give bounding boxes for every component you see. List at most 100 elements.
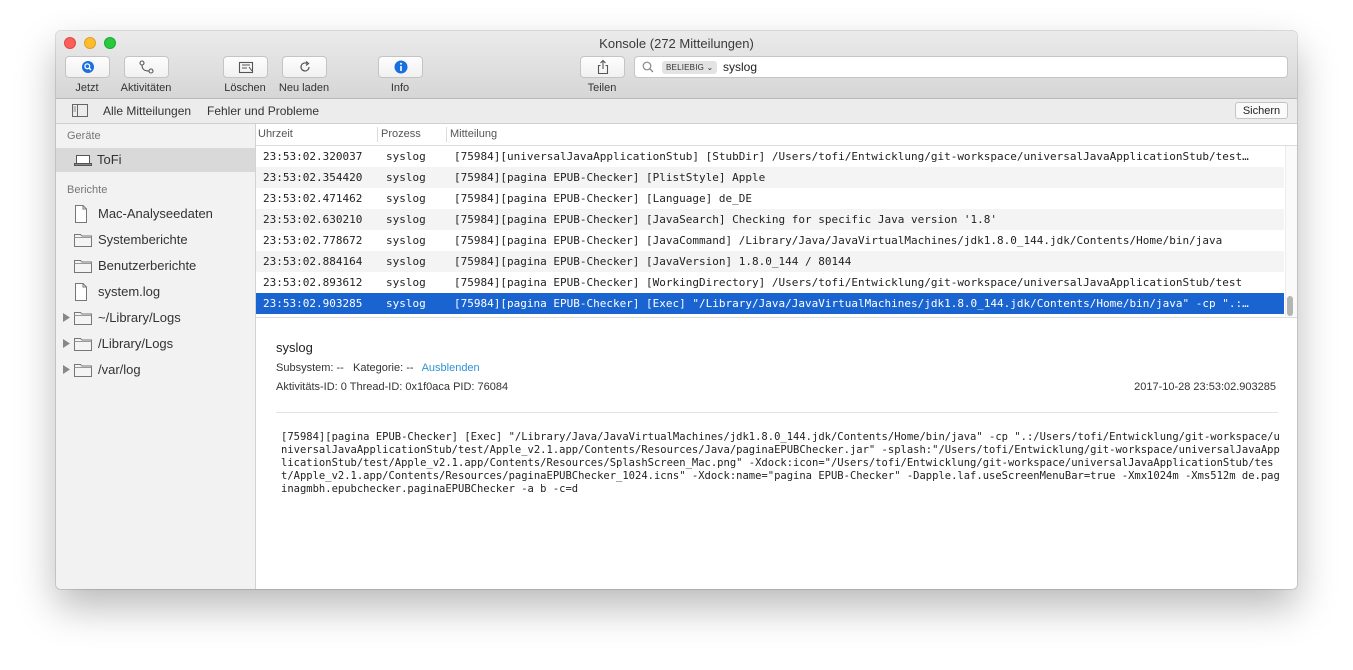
- sidebar: Geräte ToFi Berichte Mac-Analyseedaten S…: [56, 124, 256, 589]
- row-process: syslog: [386, 276, 426, 289]
- table-row[interactable]: 23:53:02.471462 syslog [75984][pagina EP…: [256, 188, 1284, 209]
- share-icon: [597, 59, 608, 75]
- table-header: Uhrzeit Prozess Mitteilung: [256, 124, 1297, 146]
- search-field[interactable]: BELIEBIG ⌄ syslog: [634, 56, 1288, 78]
- search-icon: [642, 61, 654, 73]
- clear-label: Löschen: [224, 82, 266, 94]
- sidebar-item-label: ToFi: [97, 152, 122, 167]
- detail-category: Kategorie: --: [353, 362, 414, 374]
- search-scope-label: BELIEBIG: [666, 63, 705, 72]
- detail-timestamp: 2017-10-28 23:53:02.903285: [1134, 381, 1276, 393]
- disclosure-triangle-icon[interactable]: [63, 339, 70, 348]
- sidebar-item-mac-analytics[interactable]: Mac-Analyseedaten: [56, 202, 255, 226]
- sidebar-toggle-icon[interactable]: [72, 104, 88, 117]
- detail-divider: [276, 412, 1278, 413]
- sidebar-item-label: /var/log: [98, 362, 141, 377]
- detail-title: syslog: [276, 340, 313, 355]
- reload-icon: [299, 61, 310, 72]
- sidebar-item-user-library-logs[interactable]: ~/Library/Logs: [56, 306, 255, 330]
- row-message: [75984][pagina EPUB-Checker] [Language] …: [454, 192, 753, 205]
- row-time: 23:53:02.354420: [263, 171, 363, 184]
- table-row[interactable]: 23:53:02.354420 syslog [75984][pagina EP…: [256, 167, 1284, 188]
- share-label: Teilen: [587, 82, 617, 94]
- sidebar-item-system-reports[interactable]: Systemberichte: [56, 228, 255, 252]
- sidebar-item-label: /Library/Logs: [98, 336, 174, 351]
- detail-message[interactable]: [75984][pagina EPUB-Checker] [Exec] "/Li…: [281, 431, 1281, 496]
- folder-icon: [74, 338, 92, 351]
- scrollbar-track[interactable]: [1285, 146, 1297, 318]
- column-header-time[interactable]: Uhrzeit: [258, 128, 293, 140]
- hide-link[interactable]: Ausblenden: [422, 362, 480, 374]
- row-message: [75984][pagina EPUB-Checker] [JavaVersio…: [454, 255, 852, 268]
- table-row-selected[interactable]: 23:53:02.903285 syslog [75984][pagina EP…: [256, 293, 1284, 314]
- column-header-process[interactable]: Prozess: [381, 128, 421, 140]
- reload-button[interactable]: [282, 56, 327, 78]
- row-message: [75984][pagina EPUB-Checker] [JavaComman…: [454, 234, 1223, 247]
- devices-header: Geräte: [67, 130, 101, 142]
- toolbar: Konsole (272 Mitteilungen) Jetzt Aktivit…: [56, 31, 1297, 99]
- activities-label: Aktivitäten: [120, 82, 172, 94]
- row-message: [75984][pagina EPUB-Checker] [JavaSearch…: [454, 213, 998, 226]
- sidebar-item-system-log[interactable]: system.log: [56, 280, 255, 304]
- row-time: 23:53:02.630210: [263, 213, 363, 226]
- folder-icon: [74, 364, 92, 377]
- sidebar-item-label: Benutzerberichte: [98, 258, 197, 273]
- sidebar-item-device[interactable]: ToFi: [56, 148, 255, 172]
- row-time: 23:53:02.884164: [263, 255, 363, 268]
- log-table: 23:53:02.320037 syslog [75984][universal…: [256, 146, 1284, 314]
- table-row[interactable]: 23:53:02.778672 syslog [75984][pagina EP…: [256, 230, 1284, 251]
- row-process: syslog: [386, 213, 426, 226]
- info-icon: [394, 60, 407, 74]
- sidebar-item-label: ~/Library/Logs: [98, 310, 181, 325]
- chevron-down-icon: ⌄: [706, 63, 714, 72]
- table-row[interactable]: 23:53:02.884164 syslog [75984][pagina EP…: [256, 251, 1284, 272]
- row-time: 23:53:02.903285: [263, 297, 363, 310]
- activities-icon: [138, 60, 154, 74]
- now-icon: [81, 61, 94, 73]
- detail-subsystem: Subsystem: --: [276, 362, 344, 374]
- sidebar-item-var-log[interactable]: /var/log: [56, 358, 255, 382]
- search-scope-token[interactable]: BELIEBIG ⌄: [662, 61, 718, 74]
- document-icon: [75, 205, 87, 223]
- now-button[interactable]: [65, 56, 110, 78]
- laptop-icon: [74, 155, 92, 166]
- filter-all-messages[interactable]: Alle Mitteilungen: [103, 104, 191, 118]
- sidebar-item-label: system.log: [98, 284, 161, 299]
- reload-label: Neu laden: [278, 82, 330, 94]
- folder-icon: [74, 312, 92, 325]
- table-row[interactable]: 23:53:02.630210 syslog [75984][pagina EP…: [256, 209, 1284, 230]
- save-search-button[interactable]: Sichern: [1235, 102, 1288, 119]
- row-process: syslog: [386, 234, 426, 247]
- row-message: [75984][pagina EPUB-Checker] [WorkingDir…: [454, 276, 1243, 289]
- sidebar-item-library-logs[interactable]: /Library/Logs: [56, 332, 255, 356]
- now-label: Jetzt: [75, 82, 99, 94]
- activities-button[interactable]: [124, 56, 169, 78]
- disclosure-triangle-icon[interactable]: [63, 313, 70, 322]
- row-time: 23:53:02.320037: [263, 150, 363, 163]
- scrollbar-thumb[interactable]: [1287, 296, 1293, 316]
- document-icon: [75, 283, 87, 301]
- search-term[interactable]: syslog: [723, 60, 757, 74]
- row-message: [75984][pagina EPUB-Checker] [Exec] "/Li…: [454, 297, 1249, 310]
- row-time: 23:53:02.471462: [263, 192, 363, 205]
- table-row[interactable]: 23:53:02.893612 syslog [75984][pagina EP…: [256, 272, 1284, 293]
- row-process: syslog: [386, 171, 426, 184]
- detail-subsystem-line: Subsystem: -- Kategorie: -- Ausblenden: [276, 362, 480, 374]
- filter-bar: Alle Mitteilungen Fehler und Probleme Si…: [56, 99, 1297, 124]
- filter-errors-faults[interactable]: Fehler und Probleme: [207, 104, 319, 118]
- row-process: syslog: [386, 297, 426, 310]
- clear-icon: [238, 61, 253, 74]
- disclosure-triangle-icon[interactable]: [63, 365, 70, 374]
- window-title: Konsole (272 Mitteilungen): [599, 36, 754, 51]
- row-message: [75984][pagina EPUB-Checker] [PlistStyle…: [454, 171, 766, 184]
- sidebar-item-user-reports[interactable]: Benutzerberichte: [56, 254, 255, 278]
- column-header-message[interactable]: Mitteilung: [450, 128, 497, 140]
- row-time: 23:53:02.893612: [263, 276, 363, 289]
- info-button[interactable]: [378, 56, 423, 78]
- console-window: Konsole (272 Mitteilungen) Jetzt Aktivit…: [56, 31, 1297, 589]
- folder-icon: [74, 234, 92, 247]
- share-button[interactable]: [580, 56, 625, 78]
- table-row[interactable]: 23:53:02.320037 syslog [75984][universal…: [256, 146, 1284, 167]
- clear-button[interactable]: [223, 56, 268, 78]
- row-process: syslog: [386, 255, 426, 268]
